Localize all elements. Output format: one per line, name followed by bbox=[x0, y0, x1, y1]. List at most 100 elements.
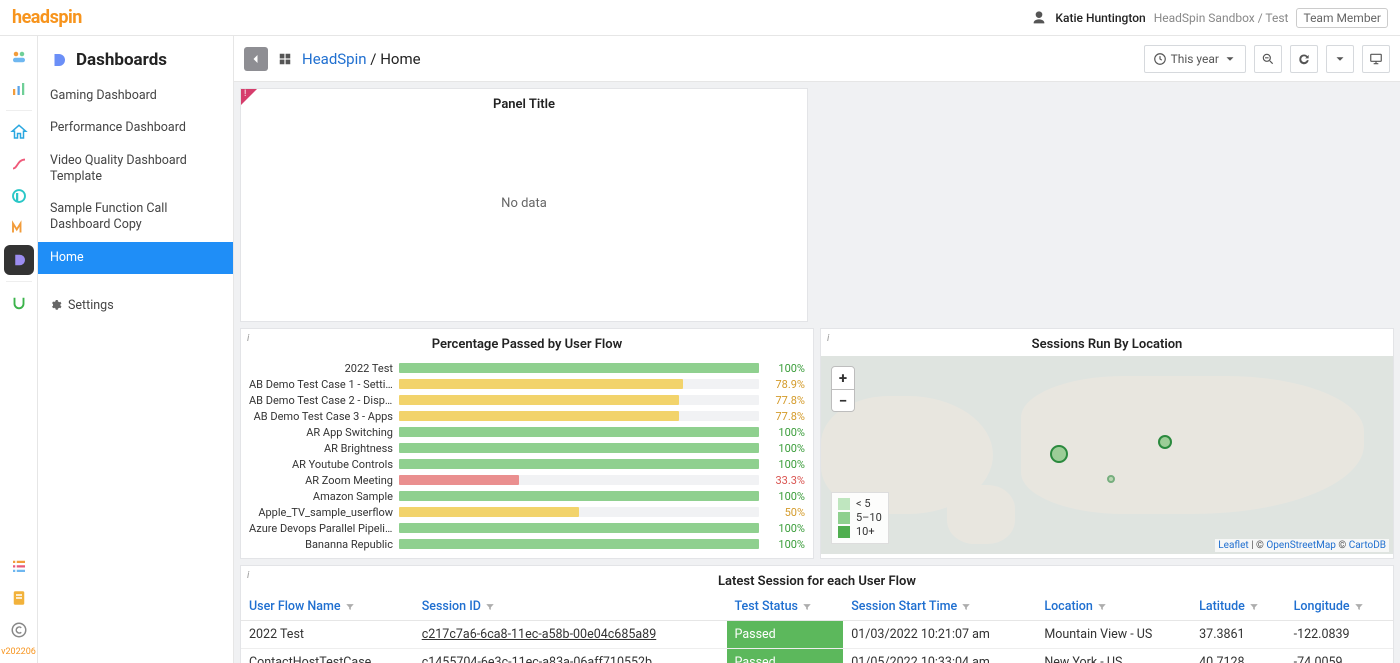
rail-u-icon[interactable] bbox=[4, 288, 34, 318]
bar-label: Bananna Republic bbox=[249, 538, 399, 551]
grid-icon[interactable] bbox=[276, 50, 294, 68]
rail-home-icon[interactable] bbox=[4, 117, 34, 147]
table-row[interactable]: ContactHostTestCasec1455704-6e3c-11ec-a8… bbox=[241, 649, 1393, 663]
back-button[interactable] bbox=[244, 47, 268, 71]
cell-session[interactable]: c1455704-6e3c-11ec-a83a-06aff710552b bbox=[414, 649, 727, 663]
refresh-interval-button[interactable] bbox=[1326, 45, 1354, 73]
bar-label: AR Zoom Meeting bbox=[249, 474, 399, 487]
refresh-button[interactable] bbox=[1290, 45, 1318, 73]
bar-fill bbox=[399, 539, 759, 549]
dashboard-logo-icon bbox=[50, 51, 68, 69]
sidebar-item[interactable]: Video Quality Dashboard Template bbox=[38, 145, 233, 194]
breadcrumb-root[interactable]: HeadSpin bbox=[302, 50, 367, 68]
bar-label: Apple_TV_sample_userflow bbox=[249, 506, 399, 519]
timerange-button[interactable]: This year bbox=[1144, 45, 1246, 73]
bar-track bbox=[399, 411, 759, 421]
bar-label: AR Youtube Controls bbox=[249, 458, 399, 471]
rail-analytics-icon[interactable] bbox=[4, 74, 34, 104]
monitor-icon bbox=[1369, 52, 1383, 66]
user-role: Team Member bbox=[1296, 8, 1388, 28]
col-session[interactable]: Session ID bbox=[414, 593, 727, 621]
monitor-button[interactable] bbox=[1362, 45, 1390, 73]
map-zoom-out-button[interactable]: − bbox=[832, 389, 854, 411]
map[interactable]: + − < 5 5–10 10+ Leaflet | © OpenStreetM… bbox=[821, 356, 1393, 554]
bar-row: Bananna Republic100% bbox=[249, 536, 805, 552]
bar-track bbox=[399, 491, 759, 501]
sidebar-item[interactable]: Gaming Dashboard bbox=[38, 80, 233, 112]
bar-fill bbox=[399, 427, 759, 437]
col-status[interactable]: Test Status bbox=[727, 593, 844, 621]
bar-value: 100% bbox=[759, 490, 805, 503]
panel-title: Panel Title bbox=[241, 89, 807, 116]
bar-row: AB Demo Test Case 2 - Display77.8% bbox=[249, 392, 805, 408]
cell-flow: ContactHostTestCase bbox=[241, 649, 414, 663]
panel-info-icon[interactable]: i bbox=[827, 333, 829, 344]
rail-m-icon[interactable] bbox=[4, 213, 34, 243]
map-legend: < 5 5–10 10+ bbox=[831, 492, 889, 544]
bar-label: AB Demo Test Case 3 - Apps bbox=[249, 410, 399, 423]
panel-info-icon[interactable]: i bbox=[247, 333, 249, 344]
bar-row: AR Brightness100% bbox=[249, 440, 805, 456]
bar-track bbox=[399, 443, 759, 453]
bar-track bbox=[399, 379, 759, 389]
bar-fill bbox=[399, 411, 679, 421]
bar-label: AR App Switching bbox=[249, 426, 399, 439]
percent-panel: i Percentage Passed by User Flow 2022 Te… bbox=[240, 328, 814, 559]
sidebar-settings[interactable]: Settings bbox=[38, 292, 233, 319]
cell-lat: 37.3861 bbox=[1191, 621, 1286, 649]
col-lat[interactable]: Latitude bbox=[1191, 593, 1286, 621]
rail-list-icon[interactable] bbox=[4, 551, 34, 581]
bar-fill bbox=[399, 523, 759, 533]
zoomout-button[interactable] bbox=[1254, 45, 1282, 73]
bar-track bbox=[399, 427, 759, 437]
map-marker[interactable] bbox=[1107, 475, 1115, 483]
cell-start: 01/03/2022 10:21:07 am bbox=[843, 621, 1036, 649]
bar-value: 100% bbox=[759, 458, 805, 471]
user-area[interactable]: Katie Huntington HeadSpin Sandbox / Test… bbox=[1031, 8, 1388, 28]
bar-row: AB Demo Test Case 1 - Settings78.9% bbox=[249, 376, 805, 392]
sidebar-item[interactable]: Home bbox=[38, 242, 233, 274]
col-flow[interactable]: User Flow Name bbox=[241, 593, 414, 621]
bar-row: AR App Switching 100% bbox=[249, 424, 805, 440]
rail-p-icon[interactable] bbox=[4, 181, 34, 211]
table-title: Latest Session for each User Flow bbox=[241, 566, 1393, 593]
map-zoom-in-button[interactable]: + bbox=[832, 367, 854, 389]
sidebar-settings-label: Settings bbox=[68, 298, 114, 313]
bar-label: AB Demo Test Case 2 - Display bbox=[249, 394, 399, 407]
cell-location: New York - US bbox=[1036, 649, 1191, 663]
bar-label: Azure Devops Parallel Pipeline bbox=[249, 522, 399, 535]
table-row[interactable]: 2022 Testc217c7a6-6ca8-11ec-a58b-00e04c6… bbox=[241, 621, 1393, 649]
bar-fill bbox=[399, 379, 683, 389]
refresh-icon bbox=[1297, 52, 1311, 66]
panel-info-icon[interactable]: i bbox=[247, 570, 249, 581]
col-start[interactable]: Session Start Time bbox=[843, 593, 1036, 621]
sidebar-item[interactable]: Sample Function Call Dashboard Copy bbox=[38, 193, 233, 242]
osm-link[interactable]: OpenStreetMap bbox=[1266, 540, 1336, 551]
bar-fill bbox=[399, 459, 759, 469]
rail-copyright-icon[interactable] bbox=[4, 615, 34, 645]
map-attribution: Leaflet | © OpenStreetMap © CartoDB bbox=[1215, 539, 1389, 552]
bar-value: 50% bbox=[759, 506, 805, 519]
bar-row: AR Youtube Controls 100% bbox=[249, 456, 805, 472]
carto-link[interactable]: CartoDB bbox=[1349, 540, 1386, 551]
map-marker[interactable] bbox=[1050, 445, 1068, 463]
cell-session[interactable]: c217c7a6-6ca8-11ec-a58b-00e04c685a89 bbox=[414, 621, 727, 649]
rail-doc-icon[interactable] bbox=[4, 583, 34, 613]
sidebar-item[interactable]: Performance Dashboard bbox=[38, 112, 233, 144]
leaflet-link[interactable]: Leaflet bbox=[1218, 540, 1248, 551]
user-name: Katie Huntington bbox=[1055, 11, 1145, 25]
rail-d-icon[interactable] bbox=[4, 245, 34, 275]
percent-panel-title: Percentage Passed by User Flow bbox=[241, 329, 813, 356]
rail-users-icon[interactable] bbox=[4, 42, 34, 72]
bar-row: AB Demo Test Case 3 - Apps77.8% bbox=[249, 408, 805, 424]
bar-track bbox=[399, 539, 759, 549]
sidebar: Dashboards Gaming DashboardPerformance D… bbox=[38, 36, 234, 663]
rail-curve-icon[interactable] bbox=[4, 149, 34, 179]
bar-track bbox=[399, 395, 759, 405]
panel-error-ribbon[interactable] bbox=[241, 89, 257, 105]
col-lon[interactable]: Longitude bbox=[1286, 593, 1393, 621]
bar-value: 100% bbox=[759, 426, 805, 439]
col-location[interactable]: Location bbox=[1036, 593, 1191, 621]
cell-start: 01/05/2022 10:33:04 am bbox=[843, 649, 1036, 663]
bar-value: 100% bbox=[759, 442, 805, 455]
